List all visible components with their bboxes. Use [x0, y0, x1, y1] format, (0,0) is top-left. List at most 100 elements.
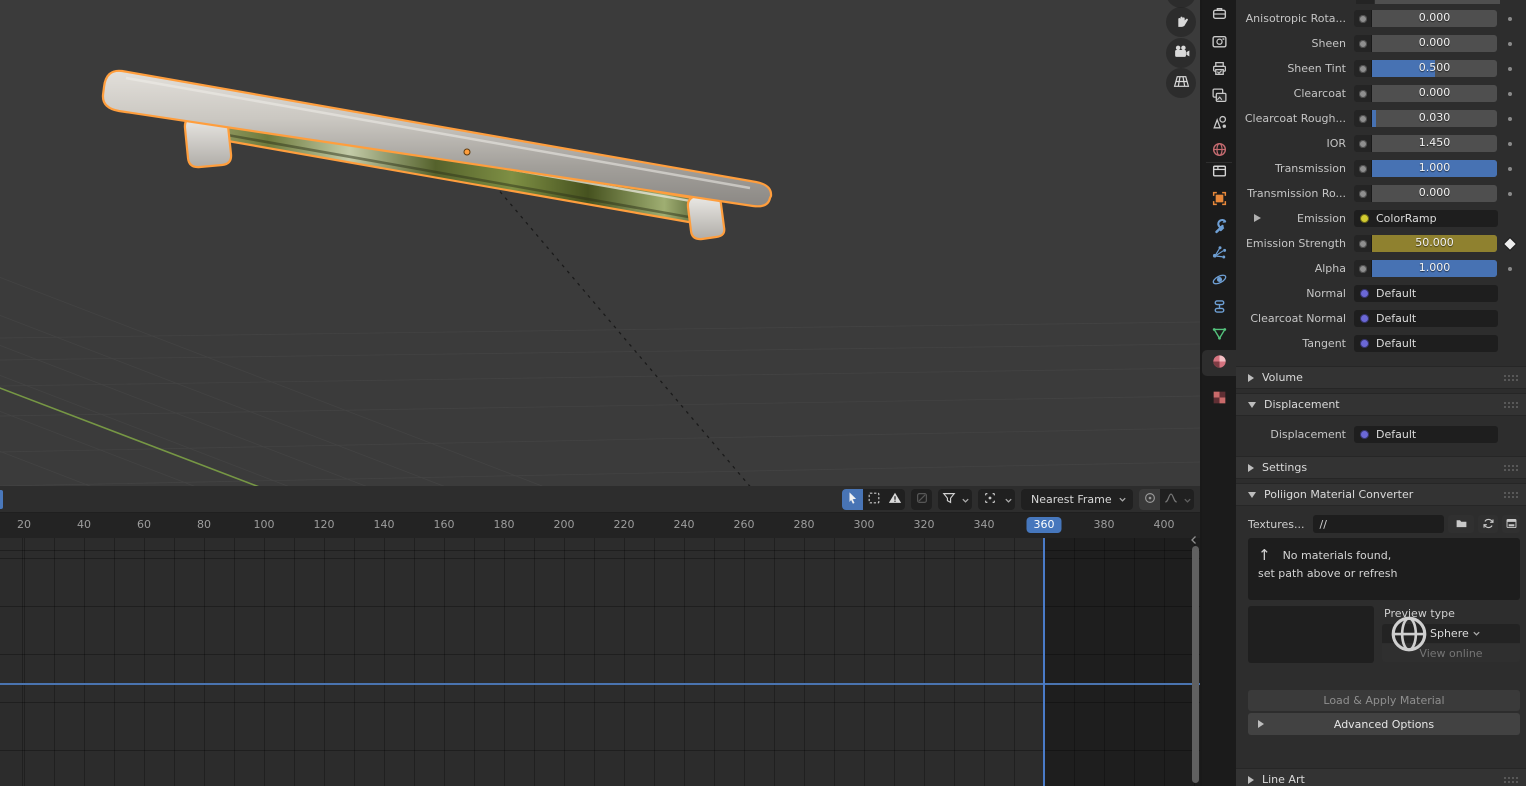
- socket-button[interactable]: [1354, 260, 1372, 277]
- region-collapse-icon[interactable]: [1189, 530, 1199, 549]
- filter-dropdown[interactable]: [959, 489, 972, 510]
- tab-constraints[interactable]: [1202, 295, 1236, 321]
- value-slider[interactable]: 50.000: [1372, 235, 1497, 252]
- tab-material[interactable]: [1202, 350, 1236, 376]
- tweak-tool-button[interactable]: [842, 489, 863, 510]
- tab-modifiers[interactable]: [1202, 214, 1236, 240]
- proportional-edit-button[interactable]: [1139, 489, 1160, 510]
- tab-view-layer[interactable]: [1202, 84, 1236, 110]
- value-slider[interactable]: 0.000: [1372, 35, 1497, 52]
- socket-button[interactable]: [1354, 110, 1372, 127]
- warning-button[interactable]: [884, 489, 905, 510]
- value-slider[interactable]: 0.000: [1372, 85, 1497, 102]
- light-fixture-object[interactable]: [103, 71, 771, 239]
- value-slider[interactable]: 1.000: [1372, 260, 1497, 277]
- output-icon: [1211, 60, 1228, 81]
- timeline-scrollbar[interactable]: [1192, 546, 1199, 783]
- socket-button[interactable]: [1354, 35, 1372, 52]
- filter-button[interactable]: [938, 489, 959, 510]
- value-slider[interactable]: 0.500: [1372, 60, 1497, 77]
- node-input[interactable]: ColorRamp: [1354, 210, 1498, 227]
- socket-button[interactable]: [1354, 160, 1372, 177]
- expand-arrow-icon[interactable]: [1254, 214, 1261, 222]
- open-folder-button[interactable]: [1448, 515, 1474, 533]
- animate-indicator[interactable]: [1497, 192, 1523, 196]
- displacement-input[interactable]: Default: [1354, 426, 1498, 443]
- animate-indicator[interactable]: [1497, 67, 1523, 71]
- tab-object[interactable]: [1202, 187, 1236, 213]
- panel-grip-icon[interactable]: [1503, 464, 1518, 471]
- value-slider[interactable]: 0.030: [1372, 110, 1497, 127]
- viewport-3d[interactable]: [0, 0, 1202, 486]
- tab-scene[interactable]: [1202, 111, 1236, 137]
- prop-row-anisotropic-rota: Anisotropic Rota...0.000: [1236, 6, 1526, 31]
- materials-list-box[interactable]: ↑ No materials found, set path above or …: [1248, 538, 1520, 600]
- refresh-button[interactable]: [1478, 515, 1498, 533]
- section-line-art[interactable]: Line Art: [1236, 768, 1526, 786]
- animate-indicator[interactable]: [1497, 240, 1523, 248]
- tab-output[interactable]: [1202, 57, 1236, 83]
- out-of-range-shade: [1044, 538, 1202, 786]
- falloff-dropdown[interactable]: [1181, 489, 1194, 510]
- tab-render[interactable]: [1202, 30, 1236, 56]
- file-browser-button[interactable]: [1502, 515, 1520, 533]
- tab-particles[interactable]: [1202, 241, 1236, 267]
- value-slider[interactable]: 1.000: [1372, 160, 1497, 177]
- box-select-button[interactable]: [863, 489, 884, 510]
- node-value: ColorRamp: [1376, 212, 1437, 225]
- preview-type-dropdown[interactable]: Sphere: [1382, 624, 1520, 643]
- timeline-grid[interactable]: [0, 538, 1202, 786]
- panel-grip-icon[interactable]: [1503, 401, 1518, 408]
- camera-view-gizmo[interactable]: [1166, 38, 1196, 68]
- socket-button[interactable]: [1354, 135, 1372, 152]
- prop-row-clearcoat-rough: Clearcoat Rough...0.030: [1236, 106, 1526, 131]
- tab-texture[interactable]: [1202, 386, 1236, 412]
- animate-indicator[interactable]: [1497, 167, 1523, 171]
- section-label: Poliigon Material Converter: [1264, 488, 1503, 501]
- snap-mode-dropdown[interactable]: Nearest Frame: [1021, 489, 1133, 510]
- textures-path-field[interactable]: //: [1313, 515, 1445, 533]
- panel-grip-icon[interactable]: [1503, 491, 1518, 498]
- empty-state-line2: set path above or refresh: [1258, 567, 1512, 580]
- falloff-button[interactable]: [1160, 489, 1181, 510]
- section-settings[interactable]: Settings: [1236, 456, 1526, 479]
- view-layer-icon: [1211, 87, 1228, 108]
- node-input[interactable]: Default: [1354, 285, 1498, 302]
- pan-gizmo[interactable]: [1166, 7, 1196, 37]
- ortho-toggle-gizmo[interactable]: [1166, 68, 1196, 98]
- value-slider[interactable]: 0.000: [1372, 10, 1497, 27]
- node-input[interactable]: Default: [1354, 310, 1498, 327]
- animate-indicator[interactable]: [1497, 42, 1523, 46]
- tab-object-data[interactable]: [1202, 322, 1236, 348]
- current-frame-badge[interactable]: 360: [1027, 517, 1062, 533]
- panel-grip-icon[interactable]: [1503, 374, 1518, 381]
- animate-indicator[interactable]: [1497, 142, 1523, 146]
- animate-indicator[interactable]: [1497, 92, 1523, 96]
- socket-button[interactable]: [1354, 85, 1372, 102]
- socket-button[interactable]: [1354, 60, 1372, 77]
- socket-button[interactable]: [1354, 10, 1372, 27]
- ruler-tick-180: 180: [494, 518, 515, 531]
- animate-indicator[interactable]: [1497, 117, 1523, 121]
- animate-indicator[interactable]: [1497, 17, 1523, 21]
- section-volume[interactable]: Volume: [1236, 366, 1526, 389]
- value-slider[interactable]: 1.450: [1372, 135, 1497, 152]
- animate-indicator[interactable]: [1497, 267, 1523, 271]
- panel-grip-icon[interactable]: [1503, 776, 1518, 783]
- snap-target-button[interactable]: [978, 489, 1002, 510]
- value-slider[interactable]: 0.000: [1372, 185, 1497, 202]
- timeline-ruler[interactable]: 2040608010012014016018020022024026028030…: [0, 514, 1202, 538]
- tab-tool[interactable]: [1202, 2, 1236, 28]
- editor-type-button-partial[interactable]: [0, 490, 3, 509]
- section-poliigon[interactable]: Poliigon Material Converter: [1236, 483, 1526, 506]
- tab-physics[interactable]: [1202, 268, 1236, 294]
- socket-button[interactable]: [1354, 185, 1372, 202]
- load-apply-material-button[interactable]: Load & Apply Material: [1248, 690, 1520, 711]
- playhead-line[interactable]: [1043, 538, 1045, 786]
- overlap-toggle-button[interactable]: [911, 489, 932, 510]
- advanced-options-button[interactable]: Advanced Options: [1248, 713, 1520, 735]
- snap-target-dropdown[interactable]: [1002, 489, 1015, 510]
- node-input[interactable]: Default: [1354, 335, 1498, 352]
- socket-button[interactable]: [1354, 235, 1372, 252]
- section-displacement[interactable]: Displacement: [1236, 393, 1526, 416]
